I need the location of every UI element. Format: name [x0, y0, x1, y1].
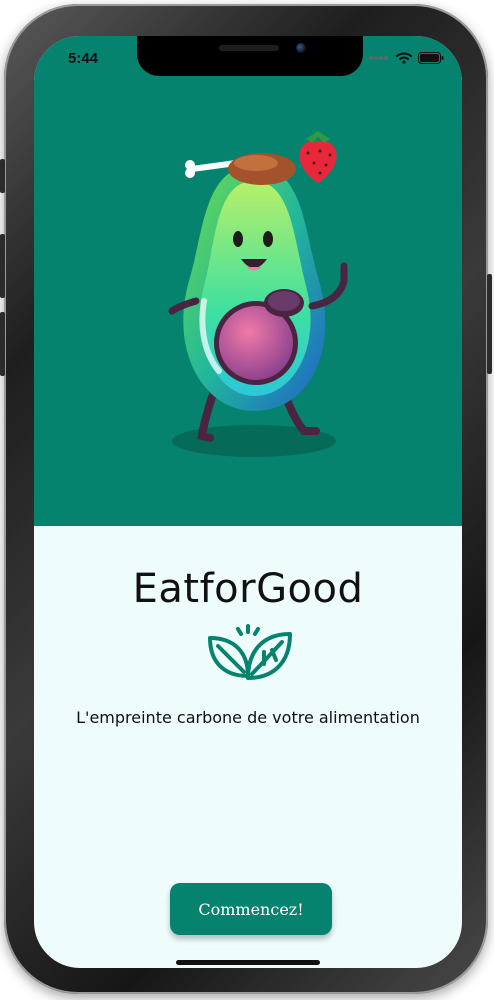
status-time: 5:44 — [68, 50, 99, 67]
volume-up-button — [0, 234, 5, 298]
device-notch — [137, 36, 363, 76]
start-button[interactable]: Commencez! — [170, 883, 332, 935]
phone-frame: 5:44 EatforGood L'empreinte carbone de v… — [0, 4, 492, 994]
power-button — [487, 274, 492, 374]
welcome-content: EatforGood L'empreinte carbone de votre … — [34, 526, 462, 968]
wifi-icon — [396, 52, 412, 64]
status-icons — [368, 52, 444, 64]
app-title: EatforGood — [132, 566, 364, 612]
speaker-grille — [219, 45, 279, 51]
leaf-logo-icon — [208, 624, 292, 680]
app-tagline: L'empreinte carbone de votre alimentatio… — [76, 708, 420, 727]
signal-dots-icon — [369, 56, 388, 60]
phone-screen: 5:44 EatforGood L'empreinte carbone de v… — [34, 36, 462, 968]
battery-icon — [418, 52, 444, 64]
silent-switch — [0, 159, 5, 193]
hero-banner — [34, 36, 462, 526]
volume-down-button — [0, 312, 5, 376]
avocado-mascot-illustration — [168, 131, 348, 457]
front-camera — [296, 43, 306, 53]
home-indicator[interactable] — [176, 960, 320, 965]
